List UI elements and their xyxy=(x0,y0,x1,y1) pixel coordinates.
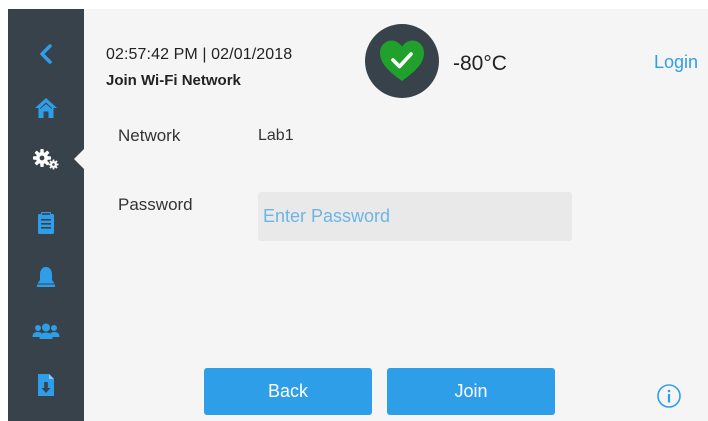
sidebar-item-users[interactable] xyxy=(8,312,84,352)
page-title: Join Wi-Fi Network xyxy=(106,72,241,89)
heart-check-icon xyxy=(380,40,424,81)
password-label: Password xyxy=(118,195,193,214)
sidebar-item-alarms[interactable] xyxy=(8,257,84,297)
sidebar-item-settings[interactable] xyxy=(8,139,84,179)
back-arrow-icon xyxy=(40,44,52,64)
settings-icon xyxy=(33,149,59,170)
network-value: Lab1 xyxy=(258,127,294,144)
status-indicator xyxy=(365,24,439,98)
active-indicator xyxy=(74,149,84,169)
info-button[interactable] xyxy=(656,383,682,409)
datetime-display: 02:57:42 PM | 02/01/2018 xyxy=(106,46,293,63)
sidebar-item-export[interactable] xyxy=(8,365,84,405)
back-button[interactable]: Back xyxy=(204,368,372,415)
main-panel: 02:57:42 PM | 02/01/2018 Join Wi-Fi Netw… xyxy=(84,9,708,421)
screen: 02:57:42 PM | 02/01/2018 Join Wi-Fi Netw… xyxy=(0,0,708,421)
temperature-readout: -80°C xyxy=(453,52,507,75)
network-label: Network xyxy=(118,126,181,145)
password-input[interactable] xyxy=(258,192,572,241)
bell-icon xyxy=(37,267,55,287)
sidebar-item-clipboard[interactable] xyxy=(8,203,84,243)
sidebar-item-home[interactable] xyxy=(8,88,84,128)
sidebar-item-back[interactable] xyxy=(8,34,84,74)
document-download-icon xyxy=(38,374,54,396)
info-icon xyxy=(657,384,681,408)
users-icon xyxy=(32,323,60,339)
sidebar xyxy=(8,9,84,421)
login-link[interactable]: Login xyxy=(654,52,698,73)
join-button[interactable]: Join xyxy=(387,368,555,415)
home-icon xyxy=(35,98,57,118)
clipboard-icon xyxy=(38,212,54,234)
